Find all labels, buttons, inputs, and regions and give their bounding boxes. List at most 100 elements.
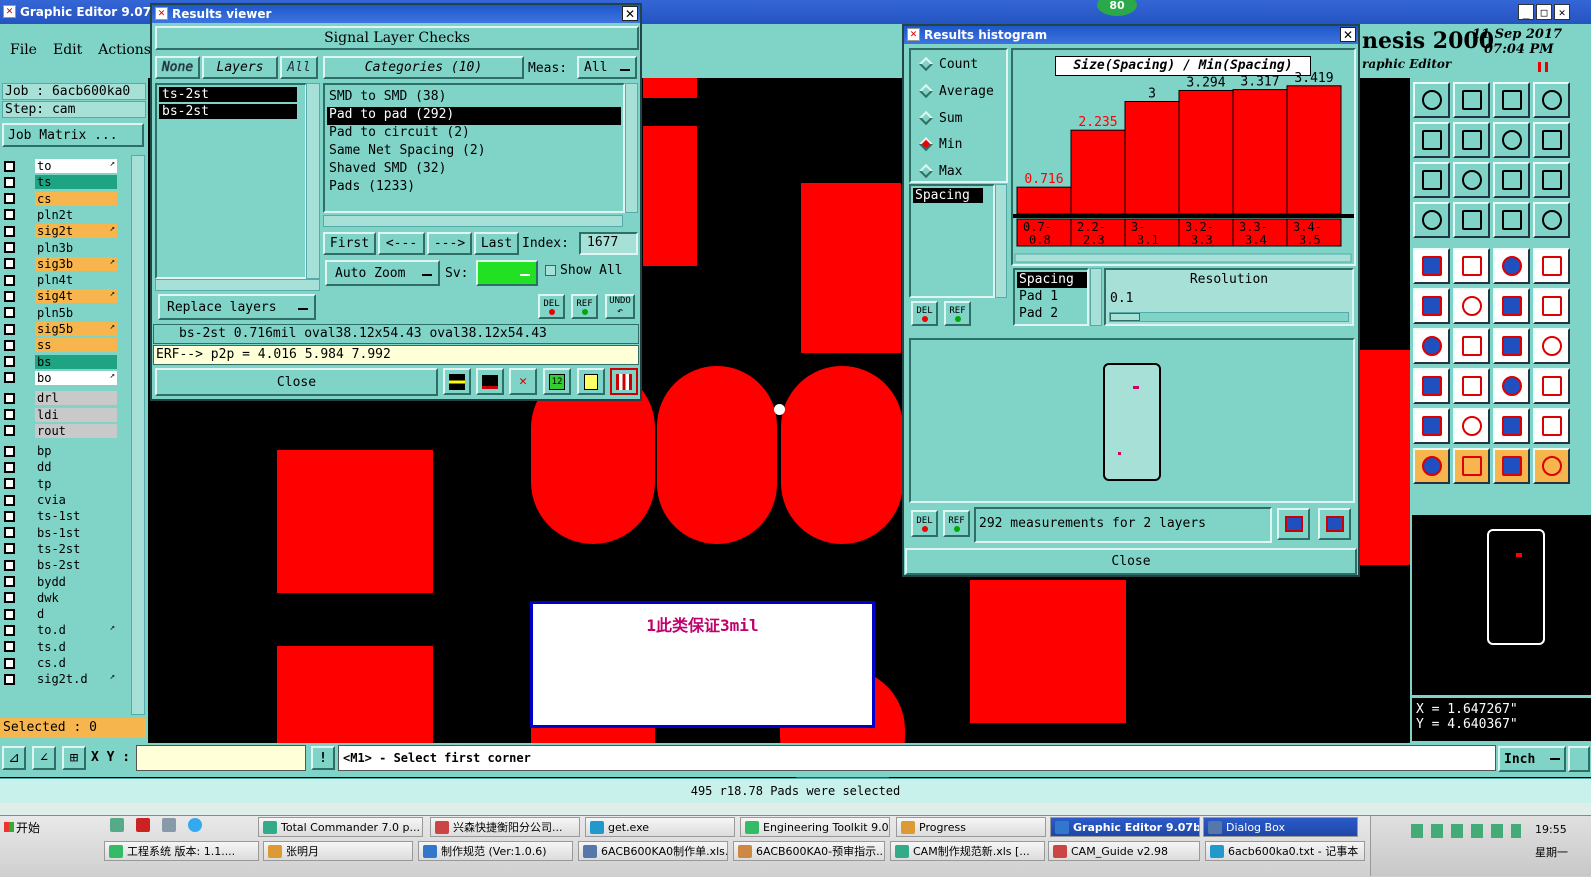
arrow-left-icon[interactable] xyxy=(1413,122,1450,158)
undo-icon[interactable] xyxy=(1493,122,1530,158)
mini-map[interactable] xyxy=(1412,515,1591,695)
layer-checkbox[interactable] xyxy=(4,160,15,172)
grid-icon[interactable] xyxy=(1453,202,1490,238)
list-item[interactable]: Pad 1 xyxy=(1017,289,1087,305)
layer-checkbox[interactable] xyxy=(4,478,15,490)
categories-list[interactable]: SMD to SMD (38) Pad to pad (292) Pad to … xyxy=(323,83,625,213)
histogram-bar[interactable] xyxy=(1124,101,1180,215)
layer-list-vscroll[interactable] xyxy=(306,83,320,279)
layer-checkbox[interactable] xyxy=(4,290,15,302)
layer-checkbox[interactable] xyxy=(4,494,15,506)
layer-checkbox[interactable] xyxy=(4,307,15,319)
none-button[interactable]: None xyxy=(155,56,200,79)
layer-checkbox[interactable] xyxy=(4,193,15,205)
undo-button[interactable]: UNDO ↶ xyxy=(605,294,635,319)
spacing-list-scroll[interactable] xyxy=(1090,268,1102,326)
mode-average[interactable]: Average xyxy=(917,80,1012,102)
list-item[interactable]: Shaved SMD (32) xyxy=(327,161,621,179)
ie-icon[interactable] xyxy=(188,818,202,832)
mode-max[interactable]: Max xyxy=(917,160,1012,182)
triangle-icon[interactable] xyxy=(1413,408,1450,444)
layer-checkbox[interactable] xyxy=(4,409,15,420)
auto-zoom-dropdown[interactable]: Auto Zoom xyxy=(325,260,440,286)
screen-icon[interactable] xyxy=(476,368,504,395)
taskbar-item[interactable]: 工程系统 版本: 1.1.... xyxy=(104,841,259,861)
taskbar-item[interactable]: Engineering Toolkit 9.07... xyxy=(740,817,890,837)
layer-row[interactable]: bydd xyxy=(2,574,117,589)
layer-row[interactable]: bs xyxy=(2,354,117,369)
list-item[interactable]: SMD to SMD (38) xyxy=(327,89,621,107)
taskbar-item[interactable]: CAM_Guide v2.98 xyxy=(1048,841,1200,861)
layer-checkbox[interactable] xyxy=(4,209,15,221)
maximize-button[interactable]: □ xyxy=(1536,4,1552,20)
layer-row[interactable]: to.d ↗ xyxy=(2,623,117,638)
net-icon[interactable] xyxy=(1413,288,1450,324)
layer-name[interactable]: ldi xyxy=(35,407,117,422)
measure-icon[interactable]: ∠ xyxy=(32,746,56,770)
step-icon[interactable]: 12 xyxy=(543,368,571,395)
minus-icon[interactable] xyxy=(1453,368,1490,404)
categories-vscroll[interactable] xyxy=(625,83,638,213)
connect-alt-icon[interactable] xyxy=(1533,288,1570,324)
info-icon[interactable]: ! xyxy=(311,746,335,770)
mode-min[interactable]: Min xyxy=(917,133,1012,155)
report-icon[interactable] xyxy=(577,368,605,395)
taskbar-item[interactable]: 6ACB600KA0-预审指示... xyxy=(733,841,885,861)
layer-name[interactable]: ts-2st xyxy=(35,541,117,556)
del-button[interactable]: DEL xyxy=(538,294,565,319)
layer-row[interactable]: sig2t ↗ xyxy=(2,224,117,239)
layer-row[interactable]: drl xyxy=(2,391,117,406)
prev-button[interactable]: <--- xyxy=(378,232,425,255)
layer-checkbox[interactable] xyxy=(4,258,15,270)
layer-checkbox[interactable] xyxy=(4,425,15,437)
layer-checkbox[interactable] xyxy=(4,274,15,286)
hist-close-button[interactable]: Close xyxy=(905,548,1357,575)
layer-row[interactable]: bp xyxy=(2,444,117,459)
layer-name[interactable]: ts xyxy=(35,175,117,190)
meas-dropdown[interactable]: All xyxy=(577,56,637,79)
layer-name[interactable]: tp xyxy=(35,476,117,491)
layer-checkbox[interactable] xyxy=(4,624,15,636)
select-icon[interactable] xyxy=(1453,448,1490,484)
layer-checkbox[interactable] xyxy=(4,559,15,571)
arc-alt-icon[interactable] xyxy=(1493,408,1530,444)
layer-checkbox[interactable] xyxy=(4,543,15,555)
resolution-slider[interactable] xyxy=(1109,312,1349,322)
minimize-button[interactable]: _ xyxy=(1518,4,1534,20)
ref-button[interactable]: REF xyxy=(571,294,598,319)
box-icon[interactable] xyxy=(1413,368,1450,404)
pdf-icon[interactable] xyxy=(136,818,150,832)
layer-checkbox[interactable] xyxy=(4,527,15,539)
first-button[interactable]: First xyxy=(323,232,376,255)
layer-row[interactable]: cs xyxy=(2,191,117,206)
layer-row[interactable]: d xyxy=(2,607,117,622)
layer-name[interactable]: pln3b xyxy=(35,240,117,255)
layer-row[interactable]: dwk xyxy=(2,590,117,605)
layer-checkbox[interactable] xyxy=(4,445,15,457)
menu-actions[interactable]: Actions xyxy=(98,42,151,58)
layer-row[interactable]: tp xyxy=(2,476,117,491)
layer-row[interactable]: cs.d xyxy=(2,656,117,670)
taskbar-item[interactable]: 6ACB600KA0制作单.xls... xyxy=(578,841,728,861)
layer-list-hscroll[interactable] xyxy=(155,279,320,291)
list-item[interactable]: Pads (1233) xyxy=(327,179,621,197)
layer-name[interactable]: rout xyxy=(35,423,117,438)
redo-icon[interactable] xyxy=(1533,122,1570,158)
layer-name[interactable]: dd xyxy=(35,460,117,475)
doc-icon[interactable] xyxy=(162,818,176,832)
slider-thumb[interactable] xyxy=(1110,313,1140,321)
layer-checkbox[interactable] xyxy=(4,608,15,620)
layer-name[interactable]: dwk xyxy=(35,590,117,605)
cluster-icon[interactable] xyxy=(1533,368,1570,404)
layer-row[interactable]: sig3b ↗ xyxy=(2,256,117,271)
layer-row[interactable]: bs-2st xyxy=(2,558,117,573)
import-icon[interactable] xyxy=(1318,508,1351,540)
layer-checkbox[interactable] xyxy=(4,339,15,351)
taskbar-item[interactable]: Progress xyxy=(896,817,1046,837)
layer-checkbox[interactable] xyxy=(4,392,15,404)
taskbar-item[interactable]: get.exe xyxy=(585,817,735,837)
layer-name[interactable]: sig2t.d xyxy=(35,672,117,687)
job-matrix-button[interactable]: Job Matrix ... xyxy=(2,123,144,147)
layer-checkbox[interactable] xyxy=(4,461,15,473)
next-button[interactable]: ---> xyxy=(427,232,472,255)
